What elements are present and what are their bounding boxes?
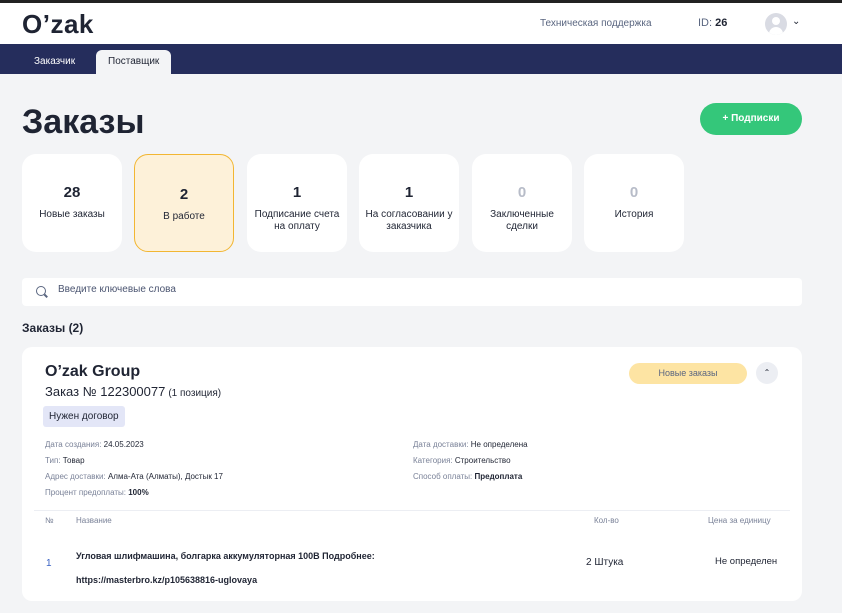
meta-address: Адрес доставки: Алма-Ата (Алматы), Досты… [45,472,223,481]
status-card-closed-deals[interactable]: 0 Заключенные сделки [472,154,572,252]
status-card-count: 1 [292,184,302,201]
status-card-count: 2 [179,186,189,203]
status-card-count: 28 [63,184,81,201]
order-number: Заказ № 122300077 (1 позиция) [45,384,221,399]
page-title: Заказы [22,103,145,141]
order-positions: (1 позиция) [168,388,222,399]
orders-section-title: Заказы (2) [22,321,84,335]
status-card-label: В работе [163,211,205,222]
order-card: O’zak Group Заказ № 122300077 (1 позиция)… [22,347,802,601]
meta-payment-method: Способ оплаты: Предоплата [413,472,523,481]
col-header-price: Цена за единицу [708,516,771,525]
status-card-count: 1 [404,184,414,201]
status-card-label: На согласовании у заказчика [365,209,453,232]
status-badge: Новые заказы [629,363,747,384]
row-product-link[interactable]: https://masterbro.kz/p105638816-uglovaya [76,569,556,591]
status-card-count: 0 [629,184,639,201]
col-header-name: Название [76,516,112,525]
meta-created: Дата создания: 24.05.2023 [45,440,144,449]
meta-category: Категория: Строительство [413,456,511,465]
order-number-text: Заказ № 122300077 [45,384,166,399]
subscriptions-button[interactable]: + Подписки [700,103,802,135]
meta-prepayment: Процент предоплаты: 100% [45,488,149,497]
chevron-up-icon[interactable]: ⌃ [756,362,778,384]
status-card-new[interactable]: 28 Новые заказы [22,154,122,252]
user-id-value: 26 [715,17,728,29]
status-card-history[interactable]: 0 История [584,154,684,252]
user-id: ID: 26 [698,17,727,29]
row-product-name: Угловая шлифмашина, болгарка аккумулятор… [76,551,375,561]
meta-type: Тип: Товар [45,456,85,465]
row-number: 1 [46,558,52,569]
status-card-label: Подписание счета на оплату [254,209,340,232]
col-header-number: № [45,516,54,525]
row-price: Не определен [715,556,778,567]
col-header-qty: Кол-во [594,516,619,525]
support-link[interactable]: Техническая поддержка [540,18,652,29]
chevron-down-icon[interactable]: ⌄ [792,16,800,27]
logo[interactable]: O’zak [22,9,94,40]
status-card-label: Новые заказы [39,209,105,220]
divider [34,510,790,511]
search-icon [36,286,46,296]
search-input[interactable] [58,284,758,295]
contract-badge: Нужен договор [43,406,125,427]
status-card-invoice-signing[interactable]: 1 Подписание счета на оплату [247,154,347,252]
search-bar [22,278,802,306]
nav-bar: Заказчик Поставщик [0,44,842,74]
top-bar: O’zak Техническая поддержка ID: 26 ⌄ [0,0,842,44]
avatar[interactable] [765,13,787,35]
row-product: Угловая шлифмашина, болгарка аккумулятор… [76,545,556,591]
tab-customer[interactable]: Заказчик [22,50,87,74]
status-card-customer-approval[interactable]: 1 На согласовании у заказчика [359,154,459,252]
user-id-label: ID: [698,17,713,29]
order-company: O’zak Group [45,363,141,380]
status-card-in-progress[interactable]: 2 В работе [134,154,234,252]
tab-supplier[interactable]: Поставщик [96,50,172,74]
row-qty: 2 Штука [586,557,624,568]
order-meta-left: Дата создания: 24.05.2023 Тип: Товар Адр… [45,437,223,501]
meta-delivery-date: Дата доставки: Не определена [413,440,528,449]
status-card-count: 0 [517,184,527,201]
order-meta-right: Дата доставки: Не определена Категория: … [413,437,528,485]
status-card-label: Заключенные сделки [490,209,554,232]
status-card-label: История [614,209,654,220]
